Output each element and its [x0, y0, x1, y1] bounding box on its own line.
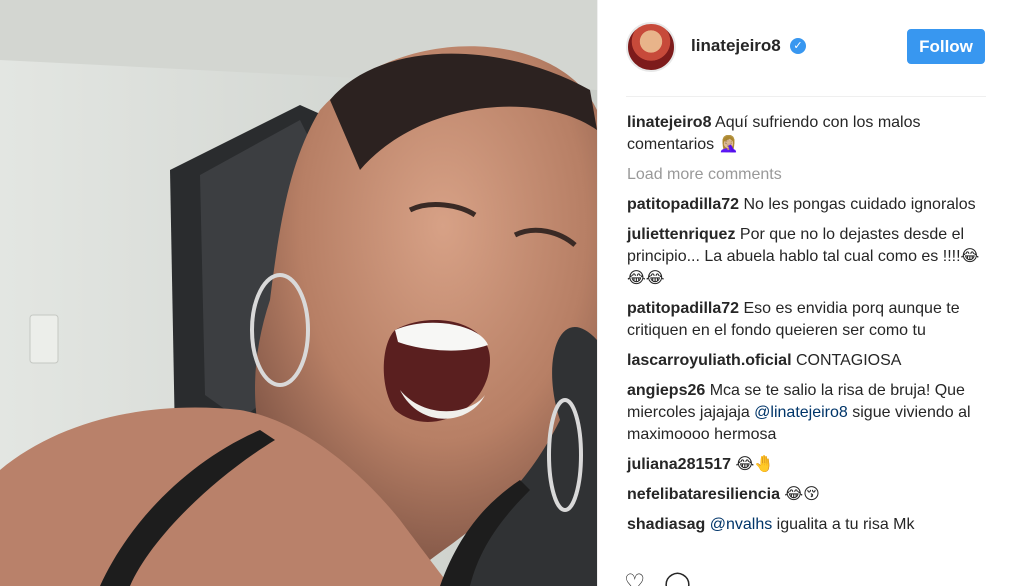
list-item: patitopadilla72 No les pongas cuidado ig… — [627, 194, 992, 216]
comment-username[interactable]: patitopadilla72 — [627, 300, 739, 317]
comment-text: 😂🤚 — [731, 456, 775, 473]
comment-username[interactable]: shadiasag — [627, 516, 705, 533]
caption: linatejeiro8 Aquí sufriendo con los malo… — [627, 112, 992, 156]
header-divider — [626, 96, 986, 97]
comments-panel: linatejeiro8 ✓ Follow linatejeiro8 Aquí … — [597, 0, 1012, 586]
profile-avatar[interactable] — [626, 22, 676, 72]
mention-link[interactable]: @nvalhs — [710, 516, 773, 533]
comment-username[interactable]: juliana281517 — [627, 456, 731, 473]
comment-icon[interactable]: ◯ — [664, 572, 691, 586]
list-item: nefelibataresiliencia 😂😚 — [627, 484, 992, 506]
list-item: juliana281517 😂🤚 — [627, 454, 992, 476]
mention-link[interactable]: @linatejeiro8 — [754, 404, 848, 421]
action-bar: ♡ ◯ — [624, 572, 705, 586]
post-header: linatejeiro8 ✓ Follow — [598, 0, 1012, 96]
comment-username[interactable]: nefelibataresiliencia — [627, 486, 780, 503]
comment-username[interactable]: juliettenriquez — [627, 226, 735, 243]
list-item: shadiasag @nvalhs igualita a tu risa Mk — [627, 514, 992, 536]
comment-username[interactable]: angieps26 — [627, 382, 705, 399]
list-item: juliettenriquez Por que no lo dejastes d… — [627, 224, 992, 290]
list-item: angieps26 Mca se te salio la risa de bru… — [627, 380, 992, 446]
follow-button[interactable]: Follow — [907, 29, 985, 64]
comment-text: igualita a tu risa Mk — [772, 516, 915, 533]
post-video[interactable] — [0, 0, 597, 586]
comment-text: No les pongas cuidado ignoralos — [739, 196, 976, 213]
comment-text: CONTAGIOSA — [791, 352, 902, 369]
list-item: lascarroyuliath.oficial CONTAGIOSA — [627, 350, 992, 372]
header-username[interactable]: linatejeiro8 — [691, 36, 781, 56]
load-more-comments-link[interactable]: Load more comments — [627, 164, 992, 186]
comment-username[interactable]: lascarroyuliath.oficial — [627, 352, 792, 369]
heart-icon[interactable]: ♡ — [624, 572, 646, 586]
list-item: patitopadilla72 Eso es envidia porq aunq… — [627, 298, 992, 342]
comment-text: 😂😚 — [779, 486, 820, 503]
comment-list: linatejeiro8 Aquí sufriendo con los malo… — [627, 112, 992, 544]
video-frame-illustration — [0, 0, 597, 586]
verified-badge-icon: ✓ — [790, 38, 806, 54]
comment-username[interactable]: patitopadilla72 — [627, 196, 739, 213]
comment-username[interactable]: linatejeiro8 — [627, 114, 711, 131]
